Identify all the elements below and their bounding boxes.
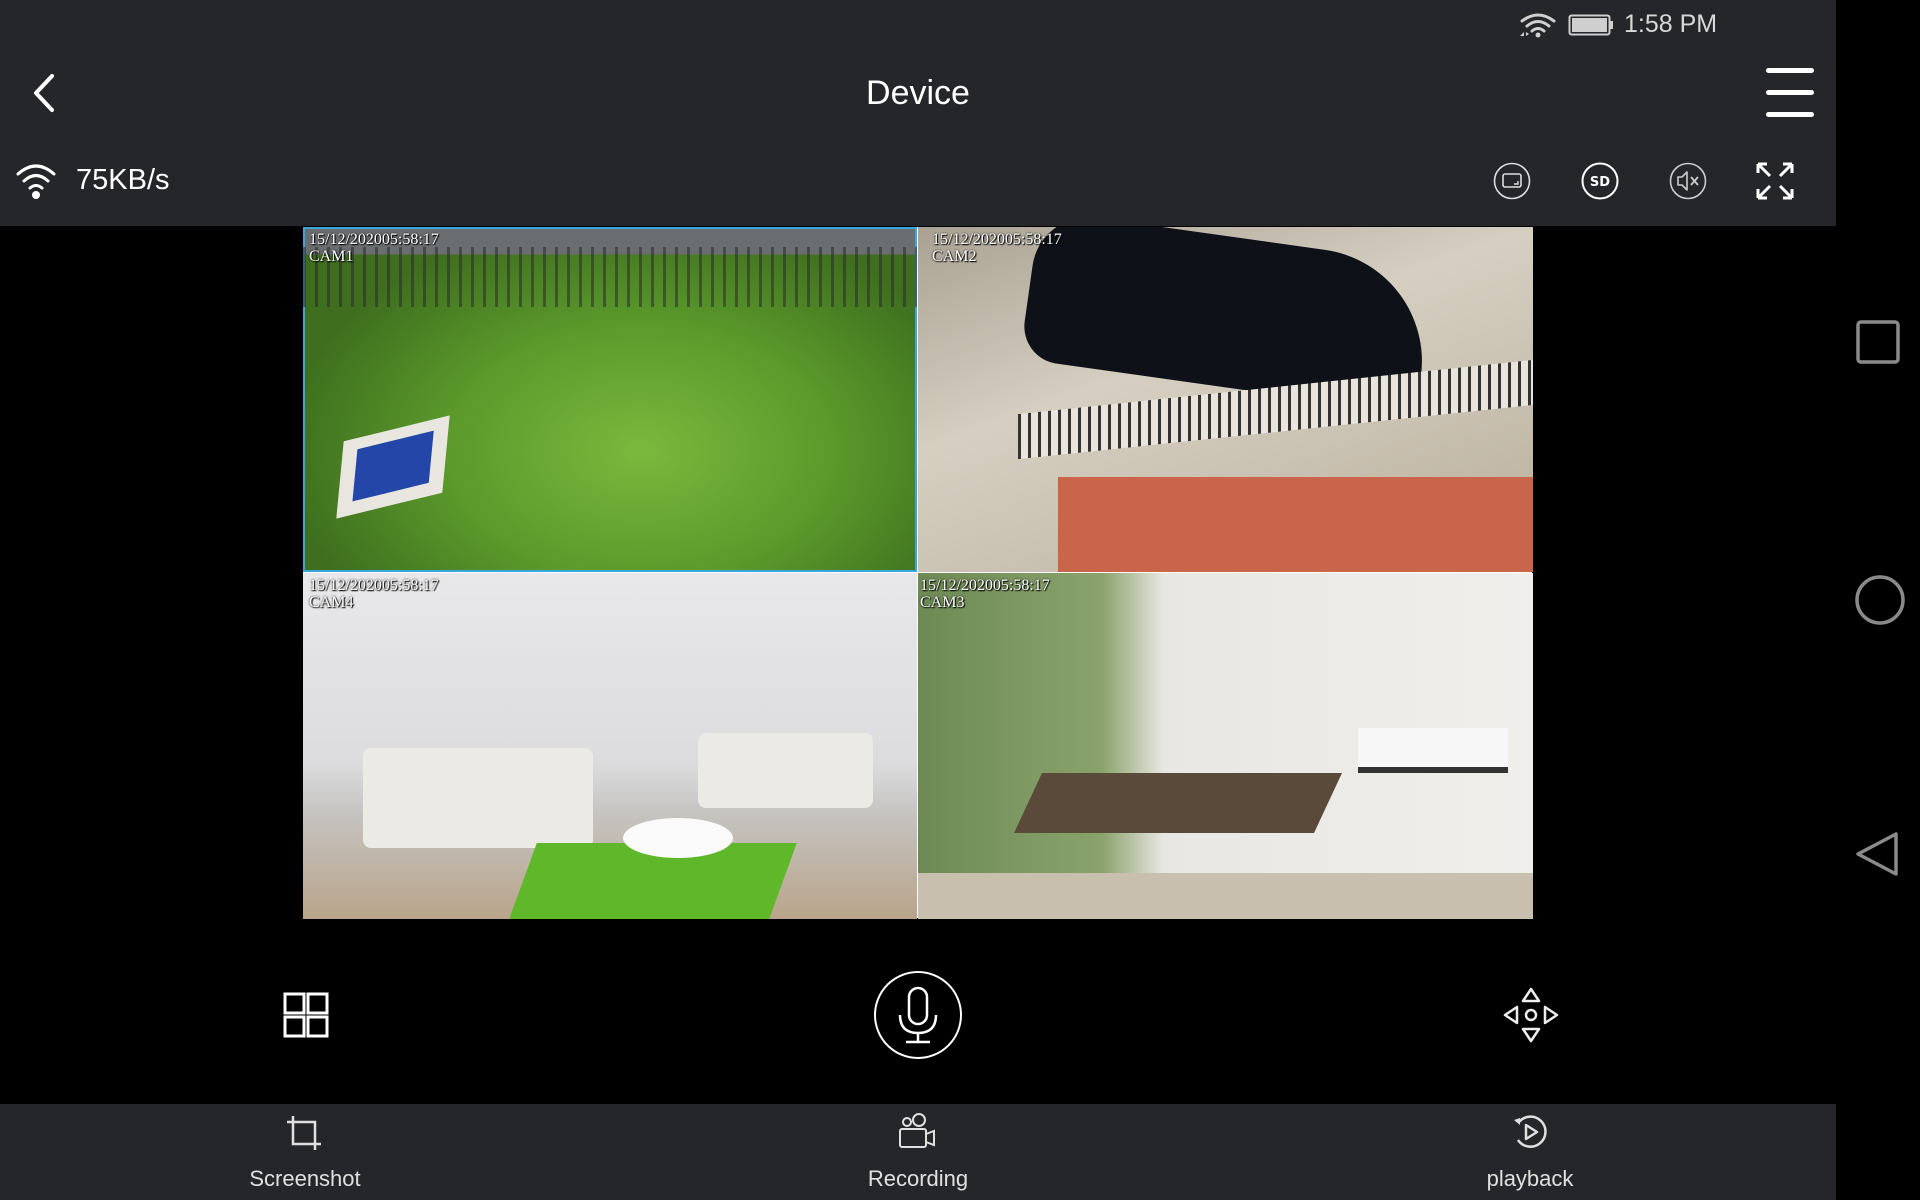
screenshot-label: Screenshot xyxy=(249,1166,361,1191)
screenshot-button[interactable]: Screenshot xyxy=(185,1104,425,1200)
camera-label: CAM1 xyxy=(309,248,354,265)
camera-view-cam2[interactable]: 15/12/202005:58:17 CAM2 xyxy=(918,227,1533,572)
sd-icon: SD xyxy=(1581,162,1619,200)
recents-icon[interactable] xyxy=(1854,318,1902,366)
live-controls xyxy=(0,920,1836,1102)
back-icon[interactable] xyxy=(1854,830,1902,878)
recording-button[interactable]: Recording xyxy=(798,1104,1038,1200)
network-speed: 75KB/s xyxy=(14,160,170,200)
grid-layout-icon xyxy=(283,992,329,1038)
camera-view-cam3[interactable]: 15/12/202005:58:17 CAM3 xyxy=(918,573,1533,919)
scene-table xyxy=(623,818,733,858)
layout-button[interactable] xyxy=(283,992,329,1043)
camera-label: CAM2 xyxy=(932,248,977,265)
talk-button[interactable] xyxy=(873,970,963,1065)
camera-label: CAM3 xyxy=(920,594,965,611)
mute-button[interactable] xyxy=(1669,162,1707,200)
camera-label: CAM4 xyxy=(309,594,354,611)
recording-label: Recording xyxy=(867,1166,969,1191)
aspect-ratio-button[interactable] xyxy=(1493,162,1531,200)
playback-button[interactable]: playback xyxy=(1410,1104,1650,1200)
microphone-icon xyxy=(874,971,962,1059)
scene-pool xyxy=(336,415,450,519)
camera-view-cam4[interactable]: 15/12/202005:58:17 CAM4 xyxy=(303,573,917,919)
svg-text:SD: SD xyxy=(1590,175,1610,190)
scene-kitchen-island xyxy=(1358,728,1508,773)
home-icon[interactable] xyxy=(1854,574,1906,626)
replay-icon xyxy=(1514,1115,1547,1148)
video-camera-icon xyxy=(899,1113,935,1148)
camera-timestamp: 15/12/202005:58:17 xyxy=(932,231,1062,248)
ptz-button[interactable] xyxy=(1501,985,1561,1050)
ptz-direction-icon xyxy=(1503,987,1559,1043)
system-nav-bar xyxy=(1836,0,1920,1200)
expand-icon xyxy=(1756,162,1794,200)
scene-sofa xyxy=(363,748,593,848)
clock: 1:58 PM xyxy=(1624,10,1718,38)
camera-timestamp: 15/12/202005:58:17 xyxy=(309,231,439,248)
wifi-status-icon xyxy=(1520,13,1556,38)
camera-grid: 15/12/202005:58:17 CAM1 15/12/202005:58:… xyxy=(303,227,1533,919)
battery-icon xyxy=(1568,14,1613,36)
app: 1:58 PM Device 75KB/s SD 15/12/202005:58… xyxy=(0,0,1836,1200)
fullscreen-button[interactable] xyxy=(1756,162,1794,200)
aspect-ratio-icon xyxy=(1493,162,1531,200)
camera-osd-cam2: 15/12/202005:58:17 CAM2 xyxy=(932,231,1062,265)
speaker-muted-icon xyxy=(1669,162,1707,200)
page-title: Device xyxy=(866,74,970,112)
hamburger-menu-icon xyxy=(1766,68,1814,117)
quality-sd-button[interactable]: SD xyxy=(1581,162,1619,200)
camera-timestamp: 15/12/202005:58:17 xyxy=(309,577,439,594)
menu-button[interactable] xyxy=(1764,68,1816,120)
camera-view-cam1[interactable]: 15/12/202005:58:17 CAM1 xyxy=(303,227,917,572)
header: 1:58 PM Device 75KB/s SD xyxy=(0,0,1836,226)
status-bar: 1:58 PM xyxy=(1476,0,1836,50)
camera-timestamp: 15/12/202005:58:17 xyxy=(920,577,1050,594)
scene-floor xyxy=(918,873,1533,919)
scene-sofa2 xyxy=(698,733,873,808)
bottom-nav: Screenshot Recording playback xyxy=(0,1104,1836,1200)
playback-label: playback xyxy=(1486,1166,1574,1191)
camera-osd-cam1: 15/12/202005:58:17 CAM1 xyxy=(309,231,439,265)
scene-floor xyxy=(1058,477,1533,572)
network-speed-value: 75KB/s xyxy=(76,163,170,196)
camera-osd-cam3: 15/12/202005:58:17 CAM3 xyxy=(920,577,1050,611)
wifi-icon xyxy=(16,164,56,199)
crop-icon xyxy=(287,1116,321,1150)
camera-osd-cam4: 15/12/202005:58:17 CAM4 xyxy=(309,577,439,611)
scene-dining-table xyxy=(1014,773,1342,833)
